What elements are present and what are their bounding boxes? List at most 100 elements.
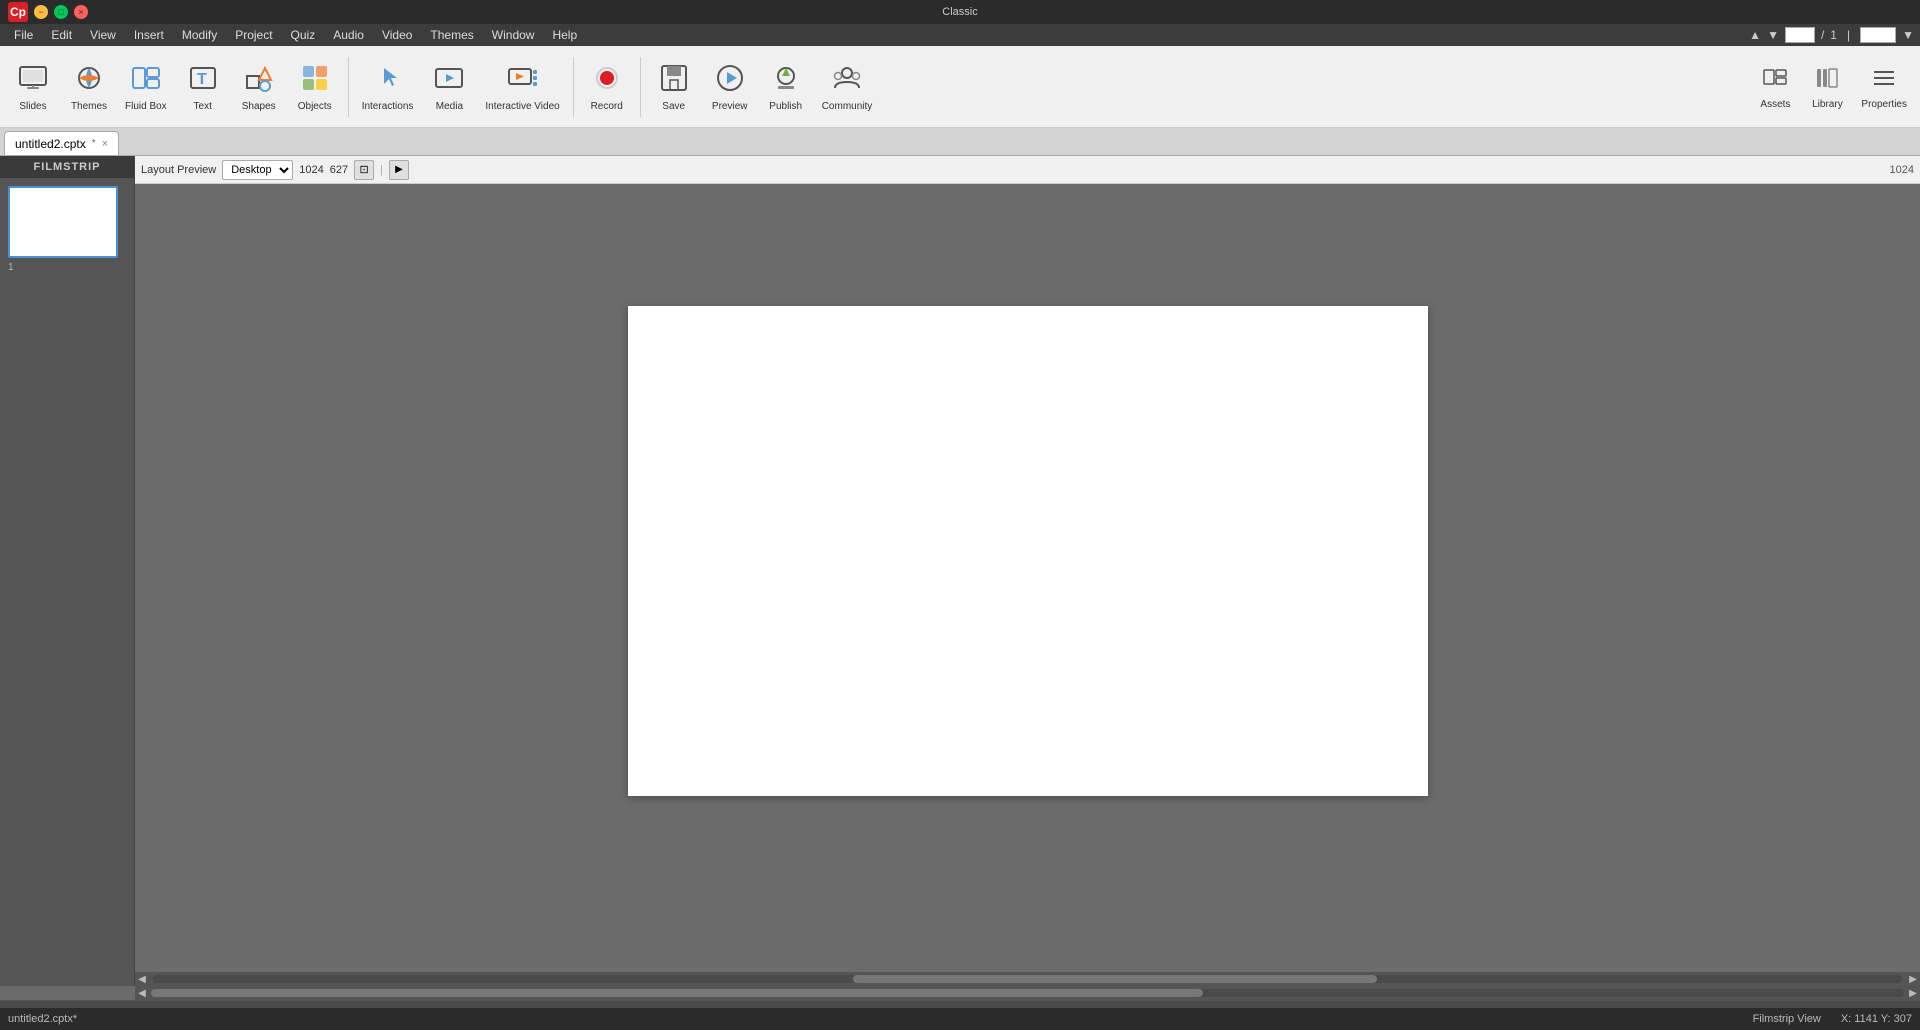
arrow-down-icon[interactable]: ▼ bbox=[1767, 28, 1779, 42]
scroll-right-button[interactable]: ▶ bbox=[1906, 972, 1920, 986]
menu-item-quiz[interactable]: Quiz bbox=[283, 26, 324, 44]
zoom-input[interactable]: 100 bbox=[1860, 27, 1896, 43]
objects-icon bbox=[299, 62, 331, 98]
layout-select[interactable]: Desktop bbox=[222, 160, 293, 180]
shapes-label: Shapes bbox=[242, 101, 276, 112]
publish-label: Publish bbox=[769, 101, 802, 112]
menu-item-edit[interactable]: Edit bbox=[43, 26, 80, 44]
save-icon bbox=[658, 62, 690, 98]
status-view: Filmstrip View bbox=[1753, 1013, 1821, 1025]
timeline-scroll-right[interactable]: ▶ bbox=[1906, 986, 1920, 1000]
canvas-toolbar: Layout Preview Desktop 1024 627 ⊡ | ▶ 10… bbox=[135, 156, 1920, 184]
record-tool[interactable]: Record bbox=[580, 52, 634, 122]
text-tool[interactable]: T Text bbox=[176, 52, 230, 122]
timeline-scroll-thumb[interactable] bbox=[151, 989, 1203, 997]
tab-close-button[interactable]: × bbox=[102, 138, 108, 150]
menu-item-video[interactable]: Video bbox=[374, 26, 420, 44]
menu-item-themes[interactable]: Themes bbox=[422, 26, 481, 44]
menu-item-audio[interactable]: Audio bbox=[325, 26, 372, 44]
publish-icon bbox=[770, 62, 802, 98]
menu-bar: File Edit View Insert Modify Project Qui… bbox=[0, 24, 1920, 46]
interactions-icon bbox=[372, 62, 404, 98]
slide-thumbnail-1[interactable] bbox=[8, 186, 118, 258]
status-bar: untitled2.cptx* Filmstrip View X: 1141 Y… bbox=[0, 1008, 1920, 1030]
objects-label: Objects bbox=[298, 101, 332, 112]
media-label: Media bbox=[436, 101, 463, 112]
menu-item-help[interactable]: Help bbox=[544, 26, 585, 44]
preview-tool[interactable]: Preview bbox=[703, 52, 757, 122]
media-tool[interactable]: Media bbox=[422, 52, 476, 122]
shapes-icon bbox=[243, 62, 275, 98]
slides-label: Slides bbox=[19, 101, 46, 112]
toolbar-divider-2 bbox=[573, 57, 574, 117]
interactive-video-icon bbox=[507, 62, 539, 98]
page-number-input[interactable]: 1 bbox=[1785, 27, 1815, 43]
main-layout: FILMSTRIP 1 Layout Preview Desktop 1024 … bbox=[0, 156, 1920, 986]
canvas-height: 627 bbox=[330, 164, 348, 176]
tab-modified-indicator: * bbox=[92, 138, 96, 149]
scroll-thumb-h[interactable] bbox=[853, 975, 1378, 983]
save-label: Save bbox=[662, 101, 685, 112]
status-filename: untitled2.cptx* bbox=[8, 1013, 77, 1025]
title-bar: Cp − □ × Classic bbox=[0, 0, 1920, 24]
slides-icon bbox=[17, 62, 49, 98]
page-separator: / bbox=[1821, 28, 1824, 42]
text-icon: T bbox=[187, 62, 219, 98]
slide-number-1: 1 bbox=[8, 262, 126, 273]
slide-canvas[interactable] bbox=[628, 306, 1428, 796]
preview-icon bbox=[714, 62, 746, 98]
publish-tool[interactable]: Publish bbox=[759, 52, 813, 122]
canvas-width: 1024 bbox=[299, 164, 323, 176]
scroll-left-button[interactable]: ◀ bbox=[135, 972, 149, 986]
library-icon bbox=[1813, 64, 1841, 96]
maximize-button[interactable]: □ bbox=[54, 5, 68, 19]
menu-item-modify[interactable]: Modify bbox=[174, 26, 225, 44]
themes-tool[interactable]: Themes bbox=[62, 52, 116, 122]
timeline-scroll-left[interactable]: ◀ bbox=[135, 986, 149, 1000]
zoom-dropdown-icon[interactable]: ▼ bbox=[1902, 28, 1914, 42]
fluid-box-tool[interactable]: Fluid Box bbox=[118, 52, 174, 122]
menu-item-insert[interactable]: Insert bbox=[126, 26, 172, 44]
arrow-up-icon[interactable]: ▲ bbox=[1749, 28, 1761, 42]
slides-tool[interactable]: Slides bbox=[6, 52, 60, 122]
status-coords: X: 1141 Y: 307 bbox=[1841, 1013, 1912, 1025]
record-icon bbox=[591, 62, 623, 98]
library-tool[interactable]: Library bbox=[1802, 52, 1852, 122]
media-icon bbox=[433, 62, 465, 98]
tab-label: untitled2.cptx bbox=[15, 137, 86, 151]
shapes-tool[interactable]: Shapes bbox=[232, 52, 286, 122]
filmstrip-header: FILMSTRIP bbox=[0, 156, 134, 178]
filmstrip-panel: FILMSTRIP 1 bbox=[0, 156, 135, 986]
text-label: Text bbox=[194, 101, 212, 112]
community-label: Community bbox=[822, 101, 873, 112]
themes-icon bbox=[73, 62, 105, 98]
toolbar-divider-3 bbox=[640, 57, 641, 117]
community-tool[interactable]: Community bbox=[815, 52, 880, 122]
properties-label: Properties bbox=[1861, 99, 1907, 110]
main-toolbar: Slides Themes Fluid Box T Text Shapes Ob… bbox=[0, 46, 1920, 128]
play-button[interactable]: ▶ bbox=[389, 160, 409, 180]
app-logo: Cp bbox=[8, 2, 28, 22]
interactive-video-tool[interactable]: Interactive Video bbox=[478, 52, 566, 122]
interactions-tool[interactable]: Interactions bbox=[355, 52, 421, 122]
properties-icon bbox=[1870, 64, 1898, 96]
minimize-button[interactable]: − bbox=[34, 5, 48, 19]
menu-item-view[interactable]: View bbox=[82, 26, 124, 44]
properties-tool[interactable]: Properties bbox=[1854, 52, 1914, 122]
menu-item-window[interactable]: Window bbox=[484, 26, 543, 44]
interactive-video-label: Interactive Video bbox=[485, 101, 559, 112]
page-total: 1 bbox=[1830, 28, 1837, 42]
canvas-area: Layout Preview Desktop 1024 627 ⊡ | ▶ 10… bbox=[135, 156, 1920, 986]
menu-item-project[interactable]: Project bbox=[227, 26, 280, 44]
toolbar-divider-1 bbox=[348, 57, 349, 117]
themes-label: Themes bbox=[71, 101, 107, 112]
fit-canvas-button[interactable]: ⊡ bbox=[354, 160, 374, 180]
assets-tool[interactable]: Assets bbox=[1750, 52, 1800, 122]
save-tool[interactable]: Save bbox=[647, 52, 701, 122]
close-button[interactable]: × bbox=[74, 5, 88, 19]
objects-tool[interactable]: Objects bbox=[288, 52, 342, 122]
tab-untitled2[interactable]: untitled2.cptx * × bbox=[4, 131, 119, 155]
record-label: Record bbox=[591, 101, 623, 112]
filmstrip-slides: 1 bbox=[0, 178, 134, 986]
menu-item-file[interactable]: File bbox=[6, 26, 41, 44]
